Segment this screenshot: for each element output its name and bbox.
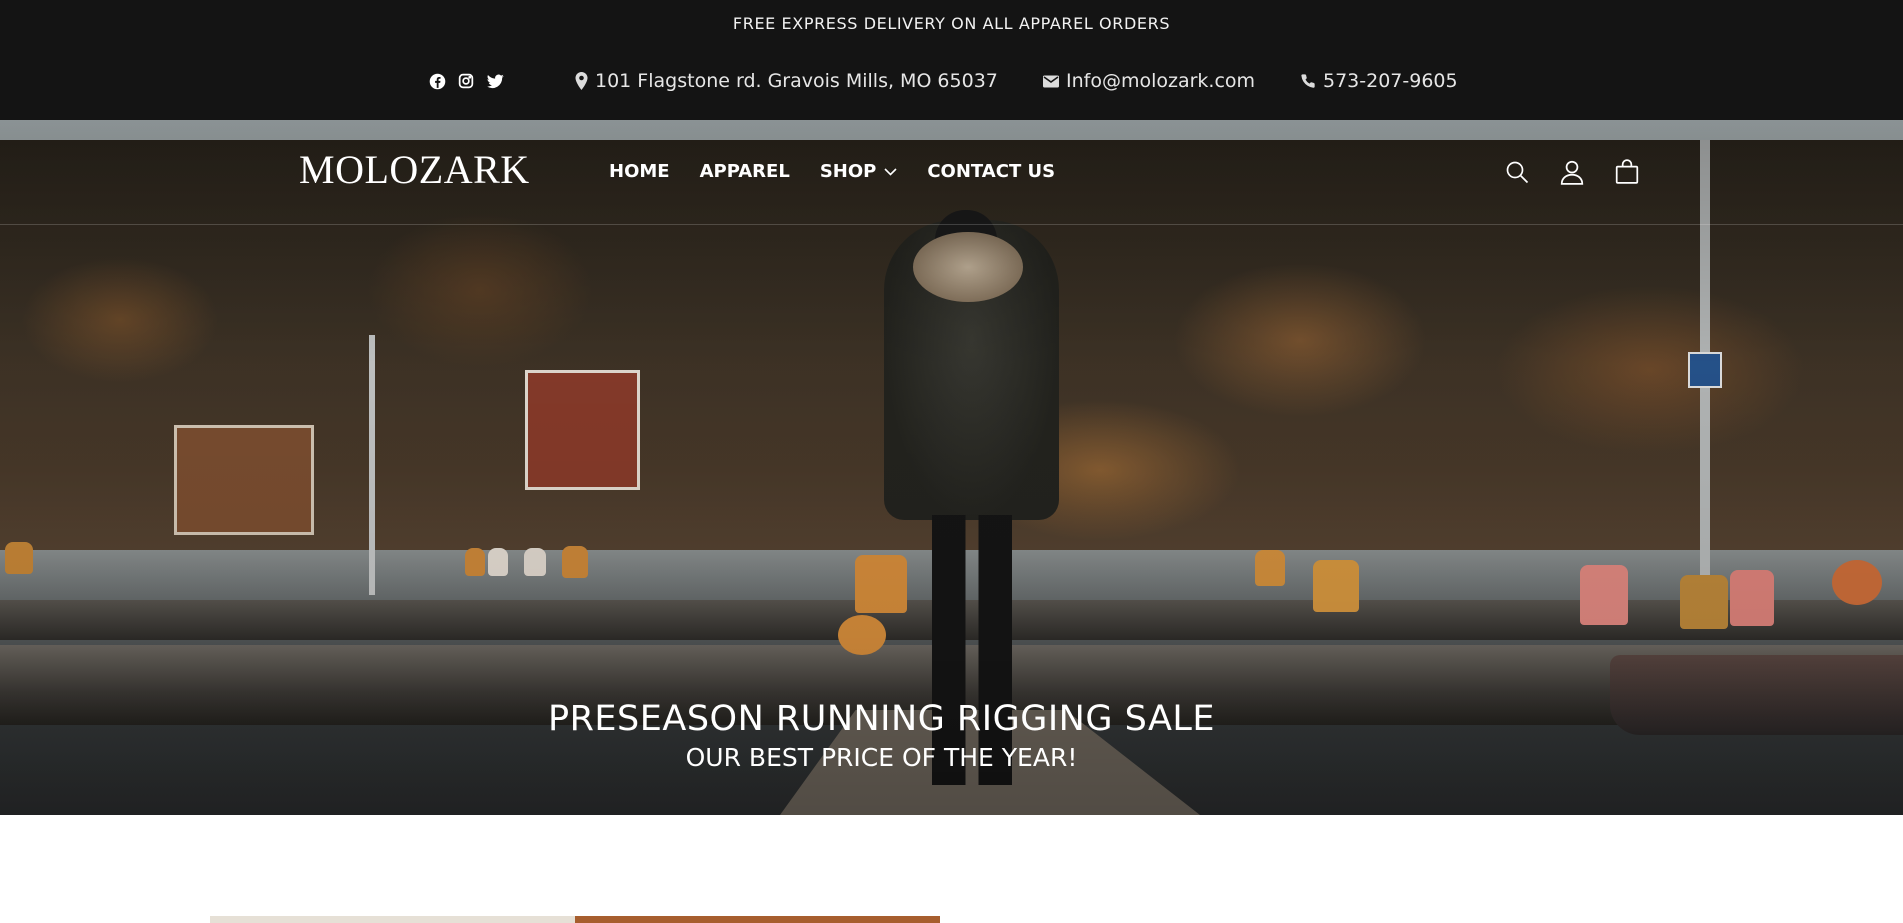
address-info: 101 Flagstone rd. Gravois Mills, MO 6503… — [575, 70, 998, 92]
header-divider — [0, 224, 1903, 225]
chevron-down-icon — [884, 167, 897, 176]
announcement-bar: FREE EXPRESS DELIVERY ON ALL APPAREL ORD… — [0, 0, 1903, 46]
map-pin-icon — [575, 72, 588, 90]
main-nav: HOME APPAREL SHOP CONTACT US — [609, 161, 1055, 182]
nav-apparel-label: APPAREL — [699, 161, 790, 182]
account-icon[interactable] — [1558, 158, 1586, 186]
instagram-icon[interactable] — [457, 72, 475, 90]
cart-icon[interactable] — [1613, 158, 1641, 186]
featured-image-left[interactable] — [210, 916, 575, 923]
site-logo[interactable]: MOLOZARK — [299, 146, 530, 193]
phone-link[interactable]: 573-207-9605 — [1323, 70, 1458, 92]
nav-apparel[interactable]: APPAREL — [700, 161, 790, 182]
featured-image-right[interactable] — [575, 916, 940, 923]
nav-home[interactable]: HOME — [609, 161, 670, 182]
phone-icon — [1301, 74, 1315, 88]
phone-info[interactable]: 573-207-9605 — [1300, 70, 1458, 92]
hero-title: PRESEASON RUNNING RIGGING SALE — [548, 699, 1215, 739]
email-link[interactable]: Info@molozark.com — [1066, 70, 1255, 92]
nav-contact-us-label: CONTACT US — [927, 161, 1056, 182]
email-info[interactable]: Info@molozark.com — [1043, 70, 1255, 92]
nav-contact-us[interactable]: CONTACT US — [927, 161, 1055, 182]
header-actions — [1503, 158, 1641, 186]
hero-subtitle: OUR BEST PRICE OF THE YEAR! — [685, 743, 1078, 772]
announcement-text: FREE EXPRESS DELIVERY ON ALL APPAREL ORD… — [732, 13, 1171, 33]
envelope-icon — [1043, 75, 1059, 87]
nav-home-label: HOME — [609, 161, 670, 182]
nav-shop-label: SHOP — [819, 161, 877, 182]
search-icon[interactable] — [1503, 158, 1531, 186]
featured-section — [0, 815, 1903, 923]
nav-shop[interactable]: SHOP — [820, 161, 898, 182]
facebook-icon[interactable] — [428, 72, 446, 90]
social-links — [428, 72, 504, 90]
address-text: 101 Flagstone rd. Gravois Mills, MO 6503… — [595, 70, 998, 92]
twitter-icon[interactable] — [486, 72, 504, 90]
contact-bar: 101 Flagstone rd. Gravois Mills, MO 6503… — [0, 46, 1903, 120]
